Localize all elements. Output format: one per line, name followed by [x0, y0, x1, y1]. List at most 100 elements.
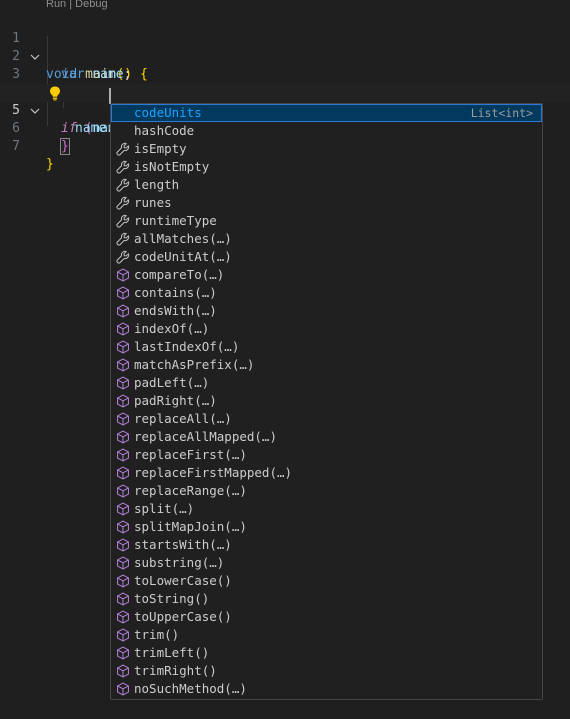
wrench-icon [116, 160, 130, 210]
suggestion-item[interactable]: toUpperCase() [111, 608, 542, 660]
suggestion-item[interactable]: trimRight() [111, 662, 542, 680]
suggestion-item[interactable]: splitMapJoin(…) [111, 518, 542, 570]
suggestion-label: codeUnitAt(…) [134, 249, 232, 264]
suggestion-label: lastIndexOf(…) [134, 339, 240, 354]
cube-icon [116, 304, 130, 354]
cube-icon [116, 664, 130, 678]
suggestion-label: replaceRange(…) [134, 483, 247, 498]
suggestion-item[interactable]: padRight(…) [111, 392, 542, 444]
line-number: 7 [12, 139, 20, 154]
suggestion-label: endsWith(…) [134, 303, 217, 318]
cube-icon [116, 646, 130, 696]
cube-icon [116, 322, 130, 372]
lightbulb-icon[interactable] [48, 85, 62, 101]
suggestion-item[interactable]: toLowerCase() [111, 572, 542, 624]
suggestion-item[interactable]: padLeft(…) [111, 374, 542, 426]
suggestion-label: splitMapJoin(…) [134, 519, 247, 534]
suggestion-item[interactable]: split(…) [111, 500, 542, 552]
suggestion-item[interactable]: codeUnitAt(…) [111, 248, 542, 300]
suggestion-item[interactable]: codeUnits List<int> [111, 104, 542, 156]
code-line-1[interactable]: 1 void main() { [0, 12, 570, 82]
suggestion-item[interactable]: runes [111, 194, 542, 246]
cube-icon [116, 556, 130, 606]
suggestion-item[interactable]: endsWith(…) [111, 302, 542, 354]
wrench-icon [116, 196, 130, 246]
suggestion-label: padLeft(…) [134, 375, 210, 390]
cube-icon [116, 394, 130, 444]
cube-icon [116, 484, 130, 534]
code-line-2[interactable]: 2 var name; [0, 30, 570, 82]
debug-codelens-link[interactable]: Debug [75, 0, 107, 10]
cube-icon [116, 448, 130, 498]
suggestion-label: hashCode [134, 123, 195, 138]
suggestion-label: contains(…) [134, 285, 217, 300]
wrench-icon [116, 214, 130, 264]
suggestion-label: replaceFirstMapped(…) [134, 465, 293, 480]
cube-icon [116, 502, 130, 552]
suggestion-label: length [134, 177, 180, 192]
suggestion-item[interactable]: compareTo(…) [111, 266, 542, 318]
suggestion-label: split(…) [134, 501, 195, 516]
cube-icon [116, 232, 130, 282]
suggestion-item[interactable]: trim() [111, 626, 542, 678]
suggestion-label: toLowerCase() [134, 573, 232, 588]
suggestion-label: toUpperCase() [134, 609, 232, 624]
wrench-icon [116, 124, 130, 174]
suggestion-label: matchAsPrefix(…) [134, 357, 255, 372]
suggestion-label: startsWith(…) [134, 537, 232, 552]
codelens-separator: | [69, 0, 73, 10]
suggestion-item[interactable]: length [111, 176, 542, 228]
suggestion-item[interactable]: indexOf(…) [111, 320, 542, 372]
code-line-3[interactable]: 3 [0, 48, 570, 82]
suggestion-label: replaceAllMapped(…) [134, 429, 277, 444]
suggestion-label: indexOf(…) [134, 321, 210, 336]
cube-icon [116, 250, 130, 300]
suggestion-item[interactable]: runtimeType [111, 212, 542, 264]
suggestion-item[interactable]: matchAsPrefix(…) [111, 356, 542, 408]
suggestion-item[interactable]: isEmpty [111, 140, 542, 192]
cube-icon [116, 376, 130, 426]
wrench-icon [116, 142, 130, 192]
cube-icon [116, 466, 130, 516]
brace-close: } [60, 138, 70, 155]
suggestion-label: isEmpty [134, 141, 187, 156]
chevron-down-icon[interactable] [29, 15, 41, 60]
cube-icon [116, 682, 130, 696]
suggestion-item[interactable]: replaceAllMapped(…) [111, 428, 542, 480]
suggestion-item[interactable]: replaceFirst(…) [111, 446, 542, 498]
suggestion-label: padRight(…) [134, 393, 217, 408]
suggestion-item[interactable]: noSuchMethod(…) [111, 680, 542, 698]
suggestion-item[interactable]: isNotEmpty [111, 158, 542, 210]
suggestion-item[interactable]: contains(…) [111, 284, 542, 336]
run-codelens-link[interactable]: Run [46, 0, 66, 10]
suggestion-label: runtimeType [134, 213, 217, 228]
suggestion-label: replaceFirst(…) [134, 447, 247, 462]
suggestion-label: substring(…) [134, 555, 225, 570]
suggestion-item[interactable]: replaceFirstMapped(…) [111, 464, 542, 516]
code-line-4[interactable]: 4 if (name is String) { [0, 66, 570, 136]
brace-close: } [46, 157, 54, 172]
suggestion-item[interactable]: replaceAll(…) [111, 410, 542, 462]
cube-icon [116, 286, 130, 336]
suggestion-label: toString() [134, 591, 210, 606]
cube-icon [116, 628, 130, 678]
suggest-widget[interactable]: codeUnits List<int> hashCode isEmpty isNo… [110, 103, 543, 700]
suggestion-item[interactable]: replaceRange(…) [111, 482, 542, 534]
suggestion-label: allMatches(…) [134, 231, 232, 246]
suggestion-item[interactable]: hashCode [111, 122, 542, 174]
suggestion-item[interactable]: toString() [111, 590, 542, 642]
suggestion-label: runes [134, 195, 172, 210]
suggestion-item[interactable]: trimLeft() [111, 644, 542, 696]
suggestion-label: codeUnits [134, 105, 202, 120]
cube-icon [116, 268, 130, 318]
suggestion-item[interactable]: lastIndexOf(…) [111, 338, 542, 390]
cube-icon [116, 538, 130, 588]
code-line-5[interactable]: 5 name. [0, 84, 570, 136]
cube-icon [116, 412, 130, 462]
suggestion-item[interactable]: allMatches(…) [111, 230, 542, 282]
suggestion-item[interactable]: startsWith(…) [111, 536, 542, 588]
cube-icon [116, 574, 130, 624]
chevron-down-icon[interactable] [29, 69, 41, 114]
cube-icon [116, 358, 130, 408]
suggestion-item[interactable]: substring(…) [111, 554, 542, 606]
